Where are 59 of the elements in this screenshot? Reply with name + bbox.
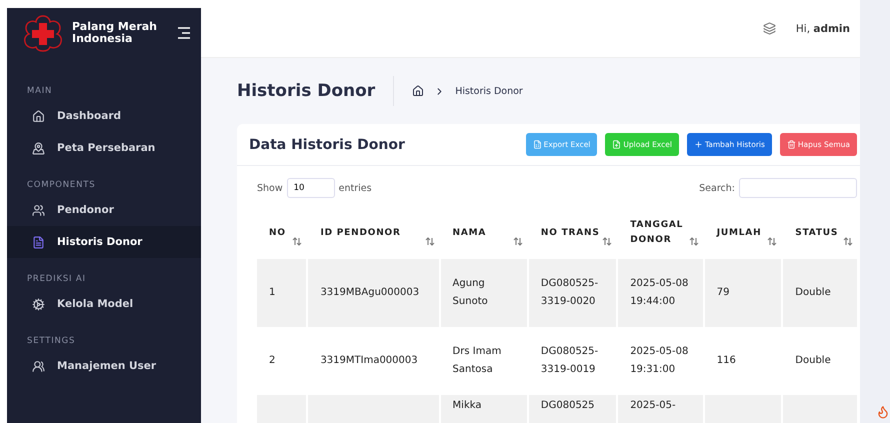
- column-header[interactable]: NO: [257, 212, 306, 259]
- table-cell: 3319MBAgu000003: [308, 258, 439, 327]
- sidebar-item[interactable]: Peta Persebaran: [7, 132, 201, 164]
- table-cell: 79: [704, 258, 782, 327]
- cross-logo-icon: [22, 14, 64, 52]
- column-header[interactable]: TANGGAL DONOR: [618, 212, 703, 259]
- section-title: MAIN: [26, 85, 54, 98]
- card-title: Data Historis Donor: [249, 136, 406, 152]
- users-icon: [32, 360, 45, 372]
- sort-icon[interactable]: [767, 236, 778, 246]
- trash-icon: [786, 140, 796, 149]
- entries-label: entries: [338, 182, 372, 194]
- entries-field[interactable]: 10: [286, 178, 335, 198]
- table-cell: Agung Sunoto: [440, 258, 527, 327]
- search-field[interactable]: [739, 178, 857, 198]
- flame-icon[interactable]: [876, 405, 890, 419]
- users-icon: [32, 204, 45, 216]
- sort-icon[interactable]: [424, 236, 435, 246]
- sort-icon[interactable]: [688, 236, 699, 246]
- table-cell: 2025-05-: [618, 394, 703, 423]
- spreadsheet-icon: [532, 140, 542, 149]
- search-label: Search:: [699, 182, 735, 194]
- column-header[interactable]: JUMLAH: [704, 212, 782, 259]
- sidebar-item[interactable]: Manajemen User: [7, 350, 201, 382]
- gear-icon: [32, 298, 45, 310]
- sidebar-item[interactable]: Historis Donor: [7, 226, 201, 258]
- table-cell: Mikka: [440, 394, 527, 423]
- sort-icon[interactable]: [512, 236, 523, 246]
- table-cell: 2025-05-08 19:44:00: [618, 258, 703, 327]
- home-icon: [32, 110, 45, 122]
- sort-icon[interactable]: [843, 236, 853, 246]
- section-title: COMPONENTS: [26, 179, 96, 192]
- breadcrumb-item: Historis Donor: [455, 86, 523, 96]
- table-cell: DG080525: [528, 394, 616, 423]
- file-icon: [32, 236, 45, 248]
- column-header[interactable]: STATUS: [783, 212, 857, 259]
- section-title: PREDIKSI AI: [26, 273, 87, 286]
- layers-icon[interactable]: [762, 22, 776, 35]
- brand-name: Palang Merah Indonesia: [72, 20, 158, 46]
- sort-icon[interactable]: [292, 236, 302, 246]
- column-header[interactable]: NAMA: [440, 212, 527, 259]
- column-header[interactable]: NO TRANS: [528, 212, 616, 259]
- plus-icon: [694, 140, 703, 149]
- sidebar-item[interactable]: Dashboard: [7, 100, 201, 132]
- file-upload-icon: [612, 140, 622, 149]
- section-title: SETTINGS: [26, 335, 76, 348]
- user-greeting: Hi, admin: [796, 22, 850, 34]
- map-pin-icon: [32, 142, 45, 154]
- sort-icon[interactable]: [602, 236, 612, 246]
- table-cell: Double: [783, 258, 857, 327]
- show-label: Show: [257, 182, 283, 194]
- column-header[interactable]: ID PENDONOR: [308, 212, 439, 259]
- sidebar-item[interactable]: Kelola Model: [7, 288, 201, 320]
- page-title: Historis Donor: [237, 76, 394, 106]
- home-icon[interactable]: [412, 85, 424, 97]
- table-cell: 1: [257, 258, 306, 327]
- menu-icon[interactable]: [177, 27, 191, 39]
- sidebar-item[interactable]: Pendonor: [7, 194, 201, 226]
- table-cell: DG080525-3319-0020: [528, 258, 616, 327]
